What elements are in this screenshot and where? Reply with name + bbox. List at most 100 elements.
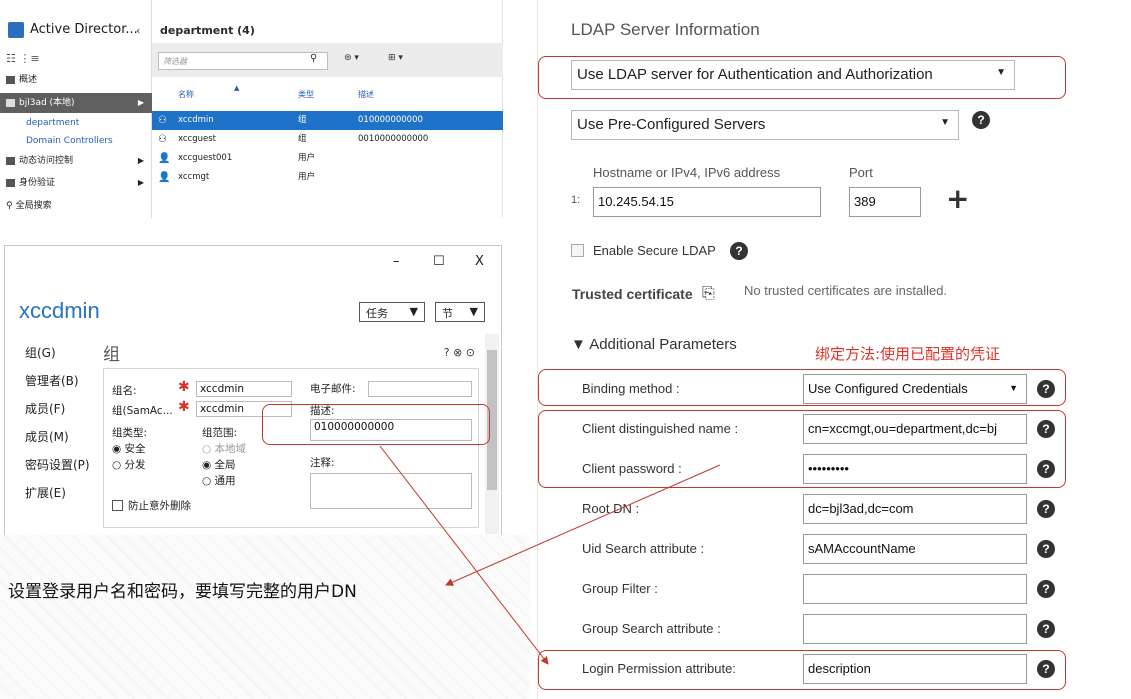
ldap-section-header: LDAP Server Information bbox=[571, 20, 760, 39]
triangle-down-icon: ▼ bbox=[571, 336, 586, 353]
collapse-nav-icon[interactable]: ‹ bbox=[136, 24, 140, 37]
nav-item-authentication[interactable]: 身份验证 ▶ bbox=[0, 173, 152, 193]
nav-item-global-search[interactable]: ⚲ 全局搜索 bbox=[0, 196, 152, 216]
column-header-description[interactable]: 描述 bbox=[358, 89, 374, 100]
email-input[interactable] bbox=[368, 381, 472, 397]
group-scope-label: 组范围: bbox=[202, 427, 238, 439]
tasks-dropdown[interactable]: 任务 ▼ bbox=[359, 302, 425, 322]
expand-arrow-icon: ▶ bbox=[137, 178, 144, 187]
group-search-attribute-label: Group Search attribute : bbox=[582, 621, 721, 636]
save-query-icon[interactable]: ⊞ ▾ bbox=[388, 53, 403, 63]
nav-item-overview[interactable]: 概述 bbox=[0, 70, 152, 90]
callout-box-credentials bbox=[538, 410, 1066, 488]
nav-item-department[interactable]: department bbox=[0, 113, 152, 133]
chevron-down-icon: ▼ bbox=[940, 117, 950, 128]
group-search-attribute-input[interactable] bbox=[803, 614, 1027, 644]
protect-deletion-checkbox[interactable] bbox=[112, 500, 123, 511]
help-icon[interactable]: ? bbox=[972, 111, 990, 129]
domain-icon bbox=[6, 98, 15, 107]
ad-app-title: Active Director... bbox=[30, 22, 138, 37]
chevron-down-icon: ▼ bbox=[469, 305, 478, 318]
filter-input[interactable]: 筛选器 bbox=[158, 52, 328, 70]
group-name-input[interactable]: xccdmin bbox=[196, 381, 292, 397]
sections-dropdown[interactable]: 节 ▼ bbox=[435, 302, 485, 322]
radio-domain-local[interactable]: ○ 本地域 bbox=[202, 441, 246, 456]
server-source-select[interactable]: Use Pre-Configured Servers ▼ bbox=[571, 110, 959, 140]
minimize-button[interactable]: – bbox=[393, 254, 400, 269]
import-certificate-icon[interactable]: ⎘ bbox=[702, 283, 715, 303]
server-row-index: 1: bbox=[571, 194, 581, 206]
chevron-down-icon: ▼ bbox=[409, 305, 418, 318]
section-link-password-settings[interactable]: 密码设置(P) bbox=[25, 456, 90, 473]
search-icon: ⚲ bbox=[6, 201, 13, 211]
callout-box-login-permission bbox=[538, 650, 1066, 690]
filter-search-icon[interactable]: ⚲ bbox=[310, 53, 317, 64]
help-icon[interactable]: ? bbox=[1037, 540, 1055, 558]
trusted-cert-label: Trusted certificate bbox=[572, 286, 693, 302]
group-properties-dialog: – ☐ X xccdmin 任务 ▼ 节 ▼ 组(G) 管理者(B) 成员(F) 成… bbox=[4, 245, 502, 535]
ad-navigation-pane: Active Director... ‹ ☷ ⋮≡ 概述 bjl3ad (本地)… bbox=[0, 0, 152, 218]
close-button[interactable]: X bbox=[475, 254, 484, 269]
uid-search-attribute-label: Uid Search attribute : bbox=[582, 541, 705, 556]
radio-universal[interactable]: ○ 通用 bbox=[202, 473, 236, 488]
help-icon[interactable]: ? bbox=[1037, 580, 1055, 598]
section-link-members[interactable]: 成员(M) bbox=[25, 428, 69, 445]
expand-arrow-icon: ▶ bbox=[137, 156, 144, 165]
section-link-extensions[interactable]: 扩展(E) bbox=[25, 484, 66, 501]
list-title: department (4) bbox=[160, 24, 255, 37]
section-title: 组 bbox=[103, 345, 120, 365]
nav-item-dynamic-access-control[interactable]: 动态访问控制 ▶ bbox=[0, 151, 152, 171]
radio-security[interactable]: ◉ 安全 bbox=[112, 441, 146, 456]
group-name-label: 组名: bbox=[112, 385, 137, 397]
radio-global[interactable]: ◉ 全局 bbox=[202, 457, 236, 472]
section-link-member-of[interactable]: 成员(F) bbox=[25, 400, 65, 417]
email-label: 电子邮件: bbox=[310, 383, 356, 395]
folder-icon bbox=[6, 156, 15, 165]
help-icon[interactable]: ? bbox=[730, 242, 748, 260]
secure-ldap-checkbox[interactable] bbox=[571, 244, 584, 257]
add-server-icon[interactable]: + bbox=[946, 182, 969, 215]
list-view-options-icon[interactable]: ⊜ ▾ bbox=[344, 53, 359, 63]
protect-deletion-label: 防止意外删除 bbox=[128, 500, 191, 512]
root-dn-input[interactable]: dc=bjl3ad,dc=com bbox=[803, 494, 1027, 524]
table-row[interactable]: 👤 xccmgt 用户 bbox=[152, 168, 503, 187]
section-content-box: 组名: ✱ xccdmin 组(SamAc... ✱ xccdmin 电子邮件:… bbox=[103, 368, 479, 528]
section-action-icons[interactable]: ? ⊗ ⊙ bbox=[444, 346, 475, 359]
radio-distribution[interactable]: ○ 分发 bbox=[112, 457, 146, 472]
required-star-icon: ✱ bbox=[178, 399, 190, 415]
background-pattern bbox=[0, 535, 530, 699]
notes-input[interactable] bbox=[310, 473, 472, 509]
table-row[interactable]: ⚇ xccguest 组 0010000000000 bbox=[152, 130, 503, 149]
table-row[interactable]: ⚇ xccdmin 组 010000000000 bbox=[152, 111, 503, 130]
port-label: Port bbox=[849, 165, 873, 180]
group-type-label: 组类型: bbox=[112, 427, 148, 439]
binding-method-note: 绑定方法:使用已配置的凭证 bbox=[815, 345, 1001, 363]
callout-box-description bbox=[262, 404, 490, 445]
group-icon: ⚇ bbox=[158, 115, 167, 126]
user-icon: 👤 bbox=[158, 153, 171, 164]
section-link-managed-by[interactable]: 管理者(B) bbox=[25, 372, 79, 389]
dialog-title: xccdmin bbox=[19, 298, 100, 323]
secure-ldap-label: Enable Secure LDAP bbox=[593, 243, 716, 258]
nav-item-domain-controllers[interactable]: Domain Controllers bbox=[0, 131, 152, 151]
section-link-group[interactable]: 组(G) bbox=[25, 344, 56, 361]
hostname-label: Hostname or IPv4, IPv6 address bbox=[593, 165, 781, 180]
additional-parameters-toggle[interactable]: ▼ Additional Parameters bbox=[571, 336, 737, 353]
column-header-name[interactable]: 名称 bbox=[178, 89, 194, 100]
table-row[interactable]: 👤 xccguest001 用户 bbox=[152, 149, 503, 168]
sort-ascending-icon: ▲ bbox=[234, 84, 240, 92]
view-toggle-icons[interactable]: ☷ ⋮≡ bbox=[6, 52, 40, 65]
help-icon[interactable]: ? bbox=[1037, 500, 1055, 518]
maximize-button[interactable]: ☐ bbox=[433, 254, 445, 269]
root-dn-label: Root DN : bbox=[582, 501, 640, 516]
column-header-type[interactable]: 类型 bbox=[298, 89, 314, 100]
uid-search-attribute-input[interactable]: sAMAccountName bbox=[803, 534, 1027, 564]
help-icon[interactable]: ? bbox=[1037, 620, 1055, 638]
group-icon: ⚇ bbox=[158, 134, 167, 145]
group-filter-input[interactable] bbox=[803, 574, 1027, 604]
hostname-input[interactable]: 10.245.54.15 bbox=[593, 187, 821, 217]
group-filter-label: Group Filter : bbox=[582, 581, 658, 596]
notes-label: 注释: bbox=[310, 457, 335, 469]
nav-item-domain[interactable]: bjl3ad (本地) ▶ bbox=[0, 93, 152, 113]
port-input[interactable]: 389 bbox=[849, 187, 921, 217]
